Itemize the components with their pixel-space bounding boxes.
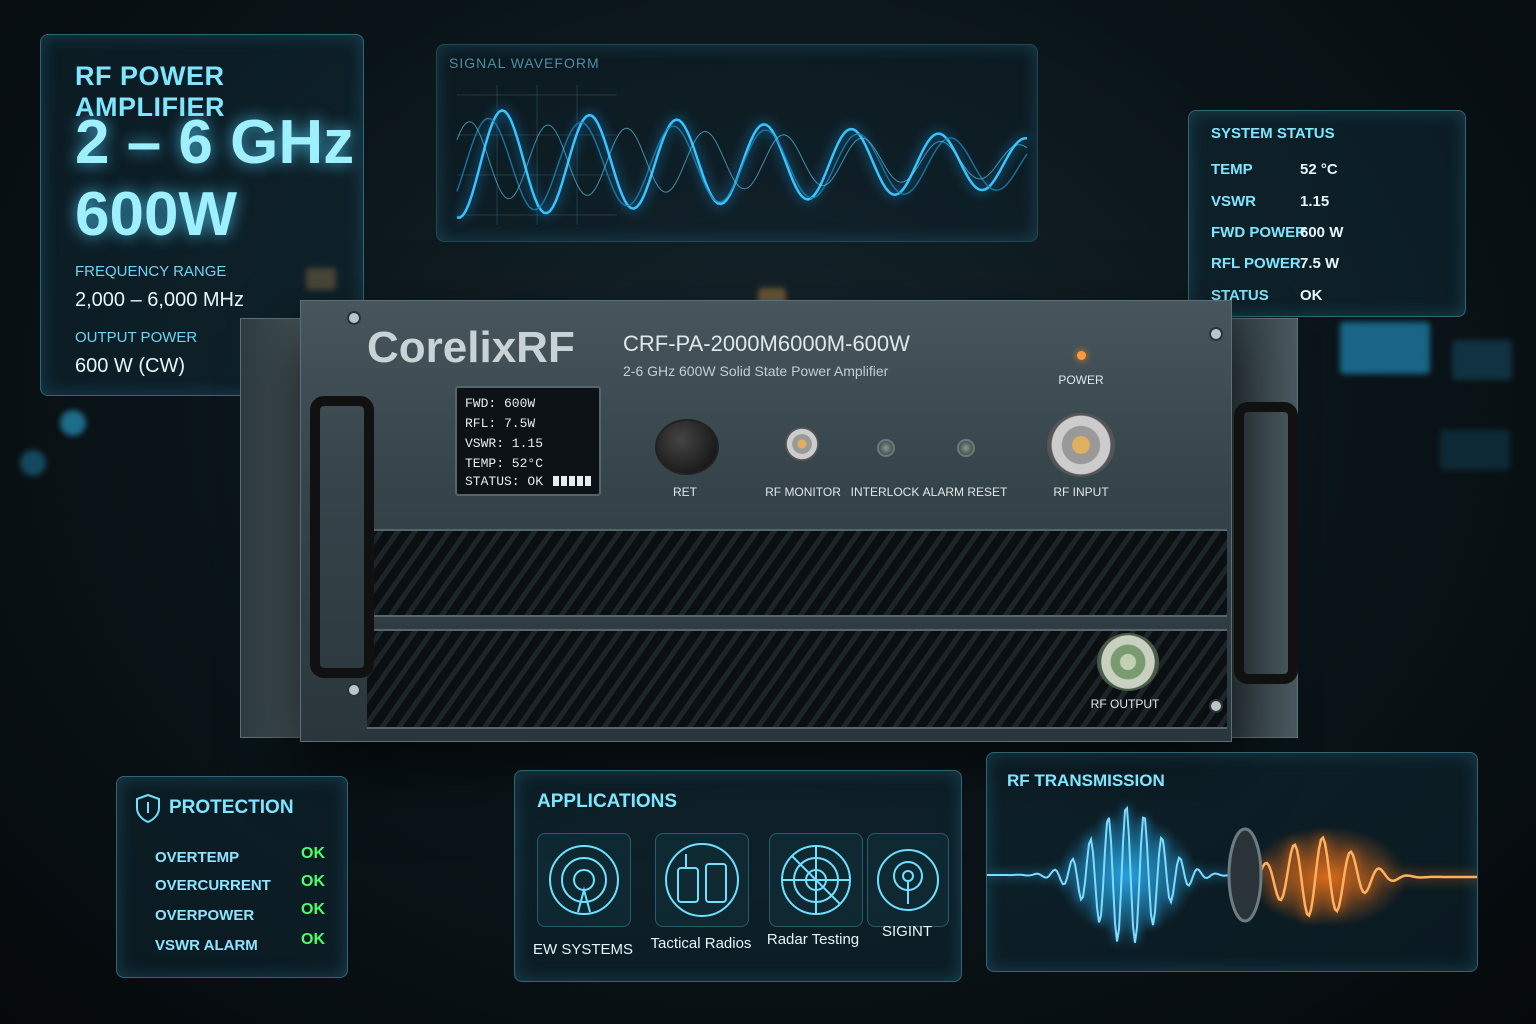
app-ew-systems-label: EW SYSTEMS <box>532 941 634 958</box>
radar-icon <box>781 845 851 915</box>
status-key: TEMP <box>1211 161 1253 178</box>
protection-overtemp-status: OK <box>301 845 325 862</box>
lcd-status: STATUS: OK <box>465 474 544 489</box>
lcd-fwd: FWD: 600W <box>465 396 536 411</box>
status-key: FWD POWER <box>1211 224 1306 241</box>
app-sigint-label: SIGINT <box>881 923 933 940</box>
lcd-vswr: VSWR: 1.15 <box>465 436 544 451</box>
power-label: POWER <box>1058 373 1104 387</box>
screw <box>1211 329 1221 339</box>
antenna-icon <box>549 845 619 915</box>
system-status-panel: SYSTEM STATUS TEMP 52 °C VSWR 1.15 FWD P… <box>1188 110 1466 317</box>
signal-icon <box>877 849 939 911</box>
protection-vswr-alarm-status: OK <box>301 931 325 948</box>
left-handle[interactable] <box>310 396 374 678</box>
app-ew-systems[interactable] <box>537 833 631 927</box>
power-rating: 600W <box>75 180 237 249</box>
status-key: VSWR <box>1211 193 1256 210</box>
lcd-signal-bars-icon <box>553 476 591 486</box>
amplifier-chassis: CorelixRF CRF-PA-2000M6000M-600W 2-6 GHz… <box>300 300 1232 742</box>
rf-beam-graphic <box>987 805 1477 943</box>
lower-vent-grille <box>367 629 1227 729</box>
rf-monitor-connector[interactable] <box>785 427 819 461</box>
status-value: 7.5 W <box>1300 255 1340 272</box>
lcd-display: FWD: 600W RFL: 7.5W VSWR: 1.15 TEMP: 52°… <box>455 386 601 496</box>
protection-overtemp: OVERTEMP <box>155 849 240 866</box>
app-tactical-radios-label: Tactical Radios <box>650 935 752 952</box>
frequency-range-label: FREQUENCY RANGE <box>75 263 227 280</box>
signal-waveform-panel: SIGNAL WAVEFORM <box>436 44 1038 242</box>
app-radar-testing-label: Radar Testing <box>766 931 860 948</box>
protection-overpower-status: OK <box>301 901 325 918</box>
rf-input-connector[interactable] <box>1047 413 1115 477</box>
applications-title: APPLICATIONS <box>537 791 678 812</box>
screw <box>1211 701 1221 711</box>
protection-panel: PROTECTION OVERTEMP OK OVERCURRENT OK OV… <box>116 776 348 978</box>
rf-transmission-panel: RF TRANSMISSION <box>986 752 1478 972</box>
interlock-label: INTERLOCK <box>850 485 920 499</box>
model-subtitle: 2-6 GHz 600W Solid State Power Amplifier <box>623 363 889 379</box>
status-value: 1.15 <box>1300 193 1330 210</box>
ret-label: RET <box>673 485 697 499</box>
radio-icon <box>665 843 739 917</box>
status-value: OK <box>1300 287 1323 304</box>
brand-logo: CorelixRF <box>367 323 575 372</box>
waveform-graph <box>456 85 1028 225</box>
frequency-range-value: 2,000 – 6,000 MHz <box>75 289 244 311</box>
power-led <box>1077 351 1086 360</box>
screw <box>349 313 359 323</box>
rf-output-connector[interactable] <box>1097 633 1159 691</box>
shield-icon <box>136 793 160 823</box>
protection-overpower: OVERPOWER <box>155 907 255 924</box>
rf-input-label: RF INPUT <box>1053 485 1109 499</box>
rf-monitor-label: RF MONITOR <box>765 485 841 499</box>
app-radar-testing[interactable] <box>769 833 863 927</box>
ret-knob[interactable] <box>655 419 719 475</box>
lcd-rfl: RFL: 7.5W <box>465 416 536 431</box>
app-tactical-radios[interactable] <box>655 833 749 927</box>
status-value: 600 W <box>1300 224 1344 241</box>
system-status-title: SYSTEM STATUS <box>1211 125 1335 142</box>
app-sigint[interactable] <box>867 833 949 927</box>
status-value: 52 °C <box>1300 161 1338 178</box>
screw <box>349 685 359 695</box>
right-handle[interactable] <box>1234 402 1298 684</box>
alarm-reset-button[interactable] <box>957 439 975 457</box>
output-power-label: OUTPUT POWER <box>75 329 198 346</box>
alarm-reset-label: ALARM RESET <box>922 485 1008 499</box>
protection-vswr-alarm: VSWR ALARM <box>155 937 258 954</box>
model-number: CRF-PA-2000M6000M-600W <box>623 331 910 356</box>
frequency-band: 2 – 6 GHz <box>75 108 355 177</box>
protection-overcurrent: OVERCURRENT <box>155 877 271 894</box>
interlock-indicator <box>877 439 895 457</box>
applications-panel: APPLICATIONS EW SYSTEMS Tactical Radios … <box>514 770 962 982</box>
rf-output-label: RF OUTPUT <box>1090 697 1160 711</box>
protection-title: PROTECTION <box>169 797 294 818</box>
lcd-temp: TEMP: 52°C <box>465 456 544 471</box>
output-power-value: 600 W (CW) <box>75 355 185 377</box>
protection-overcurrent-status: OK <box>301 873 325 890</box>
status-key: RFL POWER <box>1211 255 1301 272</box>
upper-vent-grille <box>367 529 1227 617</box>
